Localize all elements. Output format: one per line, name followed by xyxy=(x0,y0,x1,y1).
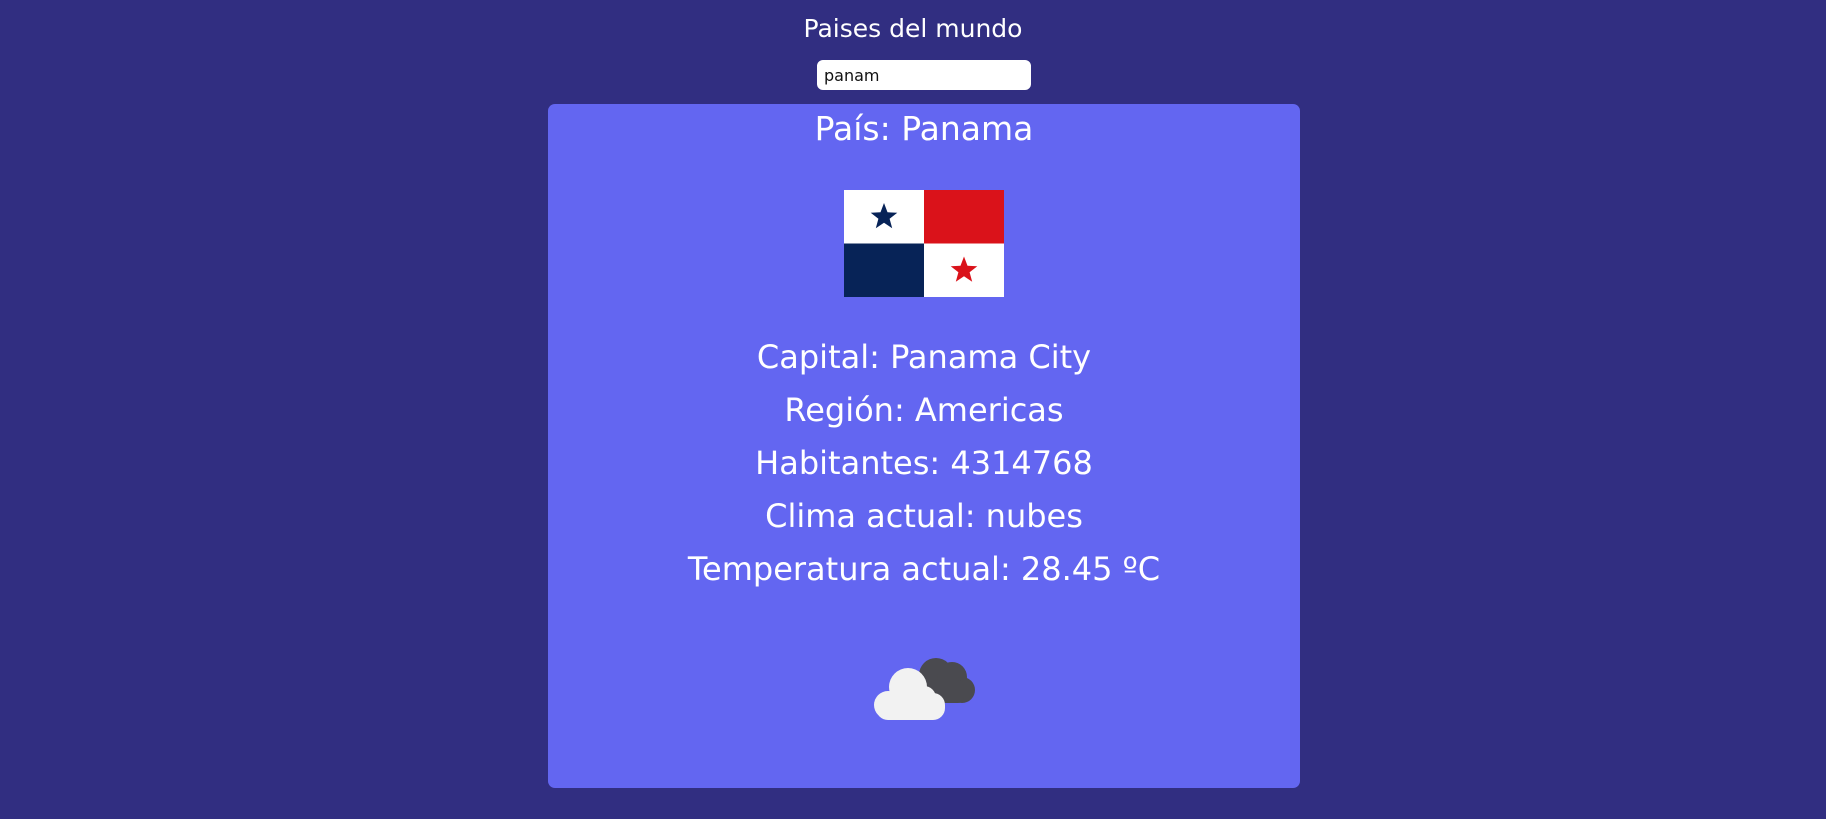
search-input[interactable] xyxy=(817,60,1031,90)
panama-flag-icon xyxy=(844,190,1004,297)
page-title: Paises del mundo xyxy=(803,14,1023,43)
temperature-text: Temperatura actual: 28.45 ºC xyxy=(687,550,1161,588)
population-text: Habitantes: 4314768 xyxy=(755,444,1093,482)
cloud-icon xyxy=(864,645,984,725)
app-root: Paises del mundo País: Panama Capital: P… xyxy=(0,0,1826,819)
weather-text: Clima actual: nubes xyxy=(765,497,1083,535)
capital-text: Capital: Panama City xyxy=(756,338,1092,376)
country-name: País: Panama xyxy=(814,109,1034,148)
region-text: Región: Americas xyxy=(784,391,1064,429)
